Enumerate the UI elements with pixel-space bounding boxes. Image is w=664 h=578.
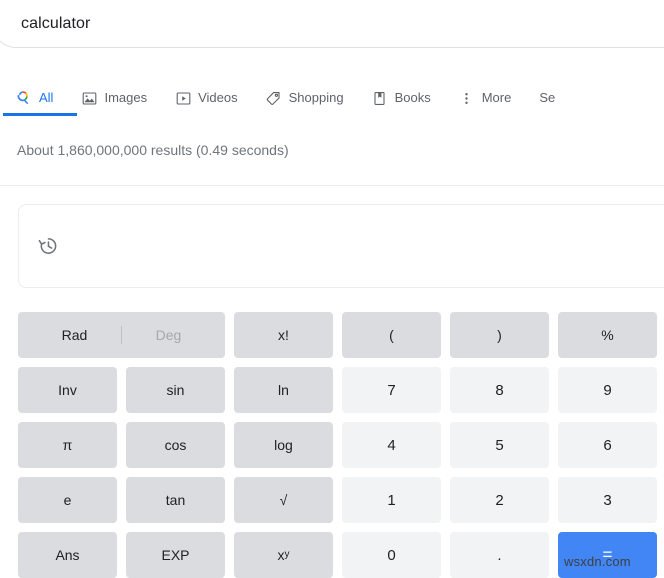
key-8[interactable]: 8: [450, 367, 549, 413]
tab-more[interactable]: More: [459, 78, 512, 118]
image-icon: [81, 90, 97, 106]
active-tab-underline: [3, 113, 77, 116]
search-input-value[interactable]: calculator: [21, 12, 90, 36]
rad-option[interactable]: Rad: [28, 327, 121, 343]
search-box[interactable]: calculator: [0, 0, 664, 48]
tab-shopping-label: Shopping: [288, 90, 344, 105]
key-sqrt[interactable]: √: [234, 477, 333, 523]
key-3[interactable]: 3: [558, 477, 657, 523]
tab-more-label: More: [481, 90, 512, 105]
calculator-display[interactable]: [18, 204, 664, 288]
search-tabs: All Images Videos Shopping Books More Se: [0, 78, 664, 118]
key-equals[interactable]: =: [558, 532, 657, 578]
key-sin[interactable]: sin: [126, 367, 225, 413]
tab-search-tools[interactable]: Se: [539, 78, 555, 118]
calculator-widget: Rad Deg x! ( ) % Inv sin ln 7 8 9 π cos …: [0, 186, 664, 578]
key-6[interactable]: 6: [558, 422, 657, 468]
angle-mode-toggle[interactable]: Rad Deg: [18, 312, 225, 358]
key-factorial[interactable]: x!: [234, 312, 333, 358]
key-4[interactable]: 4: [342, 422, 441, 468]
results-stats: About 1,860,000,000 results (0.49 second…: [17, 142, 289, 158]
key-ln[interactable]: ln: [234, 367, 333, 413]
key-2[interactable]: 2: [450, 477, 549, 523]
key-exp[interactable]: EXP: [126, 532, 225, 578]
more-vertical-icon: [459, 90, 475, 106]
key-close-paren[interactable]: ): [450, 312, 549, 358]
history-icon[interactable]: [37, 235, 59, 257]
key-ans[interactable]: Ans: [18, 532, 117, 578]
key-percent[interactable]: %: [558, 312, 657, 358]
tab-search-tools-label: Se: [539, 90, 556, 105]
key-cos[interactable]: cos: [126, 422, 225, 468]
key-decimal[interactable]: .: [450, 532, 549, 578]
tab-videos[interactable]: Videos: [175, 78, 238, 118]
book-icon: [372, 90, 388, 106]
video-play-icon: [175, 90, 191, 106]
key-tan[interactable]: tan: [126, 477, 225, 523]
calculator-keypad: Rad Deg x! ( ) % Inv sin ln 7 8 9 π cos …: [18, 312, 664, 578]
key-open-paren[interactable]: (: [342, 312, 441, 358]
tab-books[interactable]: Books: [372, 78, 431, 118]
tab-images[interactable]: Images: [81, 78, 147, 118]
key-1[interactable]: 1: [342, 477, 441, 523]
key-7[interactable]: 7: [342, 367, 441, 413]
key-pi[interactable]: π: [18, 422, 117, 468]
tab-shopping[interactable]: Shopping: [266, 78, 344, 118]
key-9[interactable]: 9: [558, 367, 657, 413]
key-inv[interactable]: Inv: [18, 367, 117, 413]
key-power-base: x: [277, 547, 285, 563]
price-tag-icon: [266, 90, 282, 106]
key-power[interactable]: xy: [234, 532, 333, 578]
key-5[interactable]: 5: [450, 422, 549, 468]
google-search-icon: [16, 90, 32, 106]
tab-books-label: Books: [394, 90, 431, 105]
tab-all[interactable]: All: [16, 78, 53, 118]
deg-option[interactable]: Deg: [122, 327, 215, 343]
tab-videos-label: Videos: [198, 90, 238, 105]
tab-images-label: Images: [104, 90, 148, 105]
key-e[interactable]: e: [18, 477, 117, 523]
tab-all-label: All: [39, 90, 54, 105]
key-log[interactable]: log: [234, 422, 333, 468]
key-0[interactable]: 0: [342, 532, 441, 578]
